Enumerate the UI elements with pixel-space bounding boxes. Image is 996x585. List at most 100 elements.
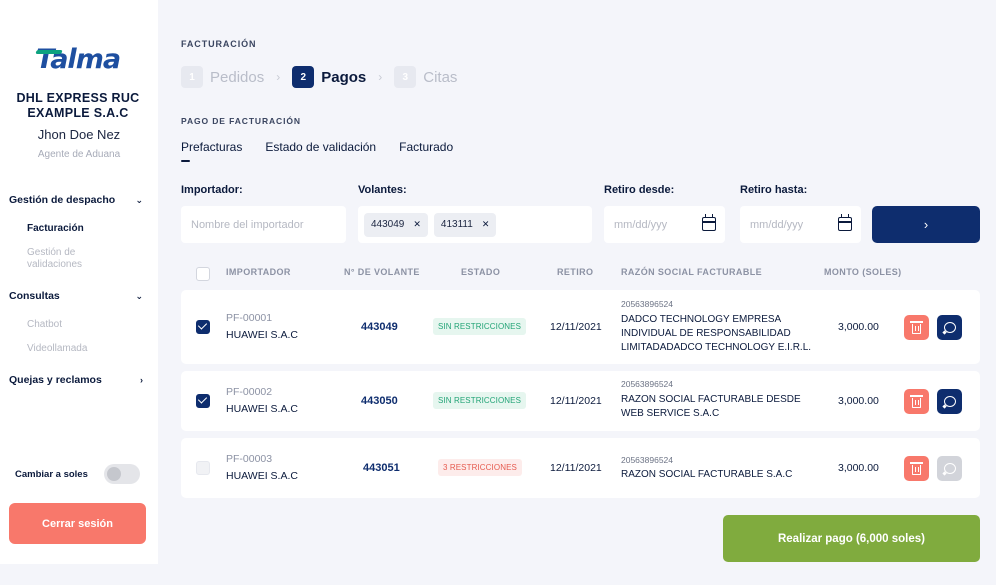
chat-bubble-icon [943, 463, 956, 474]
nav-section-quejas[interactable]: Quejas y reclamos › [9, 374, 143, 386]
retiro-hasta-input[interactable] [750, 218, 851, 231]
chevron-right-icon: › [276, 70, 281, 84]
currency-toggle-label: Cambiar a soles [15, 468, 88, 480]
volante-number[interactable]: 443050 [361, 395, 398, 407]
header-monto: MONTO (SOLES) [824, 267, 902, 277]
razon-line: WEB SERVICE S.A.C [621, 408, 720, 419]
step-label: Pedidos [210, 68, 265, 86]
logo-swoosh-icon [35, 50, 63, 54]
prefactura-code: PF-00002 [226, 386, 273, 398]
monto: 3,000.00 [838, 462, 879, 474]
table-row: PF-00003 HUAWEI S.A.C 443051 3 RESTRICCI… [181, 438, 980, 498]
importer-name: HUAWEI S.A.C [226, 470, 298, 482]
page-eyebrow: FACTURACIÓN [181, 39, 257, 49]
chevron-right-icon: › [923, 217, 929, 232]
step-pagos[interactable]: 2 Pagos [292, 66, 366, 88]
chevron-down-icon: ⌄ [135, 290, 143, 301]
toggle-knob [107, 467, 121, 481]
importer-name: HUAWEI S.A.C [226, 329, 298, 341]
chevron-right-icon: › [378, 70, 383, 84]
nav-item-gestion-validaciones[interactable]: Gestión de validaciones [27, 247, 107, 271]
razon-line: RAZON SOCIAL FACTURABLE DESDE [621, 394, 801, 405]
table-row: PF-00002 HUAWEI S.A.C 443050 SIN RESTRIC… [181, 371, 980, 431]
nav-section-gestion-despacho[interactable]: Gestión de despacho ⌄ [9, 194, 143, 206]
chat-bubble-icon [943, 396, 956, 407]
volantes-field[interactable]: 443049 ✕ 413111 ✕ [358, 206, 592, 243]
nav-section-label: Consultas [9, 290, 60, 302]
importador-field [181, 206, 346, 243]
volante-number[interactable]: 443051 [363, 462, 400, 474]
comment-button[interactable] [937, 456, 962, 481]
chevron-down-icon: ⌄ [135, 194, 143, 205]
delete-button[interactable] [904, 315, 929, 340]
razon-line: RAZON SOCIAL FACTURABLE S.A.C [621, 469, 793, 480]
tab-bar: Prefacturas Estado de validación Factura… [181, 140, 476, 162]
nav-section-label: Quejas y reclamos [9, 374, 102, 386]
ruc-number: 20563896524 [621, 299, 674, 309]
logo-text: Talma [36, 44, 121, 75]
header-estado: ESTADO [461, 267, 501, 277]
user-name: Jhon Doe Nez [37, 127, 121, 142]
step-citas[interactable]: 3 Citas [394, 66, 457, 88]
select-all-checkbox[interactable] [196, 267, 210, 281]
comment-button[interactable] [937, 315, 962, 340]
volante-chip: 413111 ✕ [433, 212, 497, 237]
tab-prefacturas[interactable]: Prefacturas [181, 140, 242, 162]
nav-item-videollamada[interactable]: Videollamada [27, 343, 137, 355]
retiro-date: 12/11/2021 [550, 321, 602, 333]
tab-facturado[interactable]: Facturado [399, 140, 453, 154]
prefactura-code: PF-00001 [226, 312, 273, 324]
volante-number[interactable]: 443049 [361, 321, 398, 333]
chat-bubble-icon [943, 322, 956, 333]
importador-input[interactable] [191, 218, 336, 231]
step-number: 2 [292, 66, 315, 88]
delete-button[interactable] [904, 389, 929, 414]
close-icon[interactable]: ✕ [413, 219, 421, 230]
search-button[interactable]: › [872, 206, 980, 243]
monto: 3,000.00 [838, 321, 879, 333]
importador-label: Importador: [181, 184, 243, 196]
sidebar: Talma DHL EXPRESS RUC EXAMPLE S.A.C Jhon… [0, 0, 158, 564]
ruc-number: 20563896524 [621, 379, 674, 389]
calendar-icon[interactable] [838, 214, 852, 231]
trash-icon [910, 395, 923, 408]
ruc-number: 20563896524 [621, 455, 674, 465]
section-title: PAGO DE FACTURACIÓN [181, 116, 301, 126]
pay-button[interactable]: Realizar pago (6,000 soles) [723, 515, 980, 562]
user-role: Agente de Aduana [37, 149, 121, 160]
nav-item-chatbot[interactable]: Chatbot [27, 319, 137, 331]
calendar-icon[interactable] [702, 214, 716, 231]
retiro-desde-label: Retiro desde: [604, 184, 675, 196]
talma-logo[interactable]: Talma [35, 44, 121, 75]
step-pedidos[interactable]: 1 Pedidos [181, 66, 264, 88]
step-label: Pagos [321, 68, 367, 86]
logout-button[interactable]: Cerrar sesión [9, 503, 146, 544]
close-icon[interactable]: ✕ [482, 219, 490, 230]
retiro-hasta-label: Retiro hasta: [740, 184, 808, 196]
delete-button[interactable] [904, 456, 929, 481]
currency-toggle[interactable] [104, 464, 140, 484]
row-checkbox[interactable] [196, 394, 210, 408]
razon-social: RAZON SOCIAL FACTURABLE S.A.C [621, 468, 792, 482]
razon-social: DADCO TECHNOLOGY EMPRESA INDIVIDUAL DE R… [621, 313, 811, 355]
trash-icon [910, 321, 923, 334]
row-checkbox[interactable] [196, 461, 210, 475]
comment-button[interactable] [937, 389, 962, 414]
row-checkbox[interactable] [196, 320, 210, 334]
currency-toggle-row: Cambiar a soles [15, 464, 140, 484]
retiro-desde-field [604, 206, 725, 243]
header-importador: IMPORTADOR [226, 267, 291, 277]
monto: 3,000.00 [838, 395, 879, 407]
retiro-desde-input[interactable] [614, 218, 715, 231]
status-badge: SIN RESTRICCIONES [433, 392, 527, 409]
razon-line: DADCO TECHNOLOGY EMPRESA [621, 314, 782, 325]
nav-section-label: Gestión de despacho [9, 194, 116, 206]
stepper: 1 Pedidos › 2 Pagos › 3 Citas [181, 66, 457, 88]
prefactura-code: PF-00003 [226, 453, 273, 465]
retiro-date: 12/11/2021 [550, 462, 602, 474]
nav-section-consultas[interactable]: Consultas ⌄ [9, 290, 143, 302]
nav-item-facturacion[interactable]: Facturación [27, 223, 137, 235]
razon-line: INDIVIDUAL DE RESPONSABILIDAD [621, 328, 791, 339]
tab-estado-validacion[interactable]: Estado de validación [265, 140, 376, 154]
chip-label: 443049 [371, 219, 405, 230]
